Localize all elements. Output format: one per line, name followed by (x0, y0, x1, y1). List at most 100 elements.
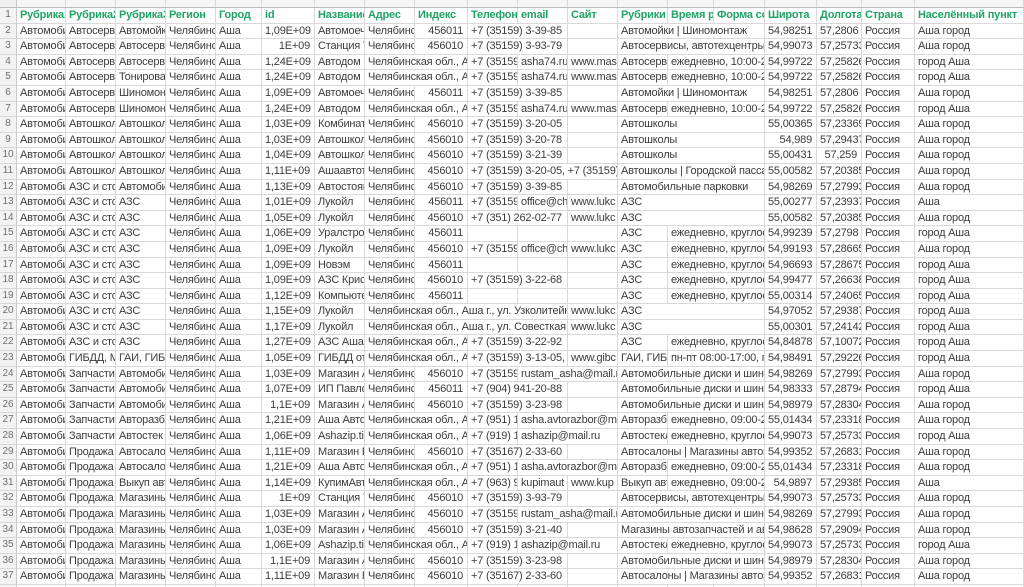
cell[interactable]: АЗС Крист (315, 273, 365, 289)
cell[interactable]: Станция Т (315, 39, 365, 55)
cell[interactable]: Аша город (915, 241, 1024, 258)
cell[interactable]: Аша город (915, 210, 1024, 227)
cell[interactable]: Автомоби (17, 54, 66, 71)
cell[interactable]: Аша город (915, 366, 1024, 383)
cell[interactable]: Челябинс (166, 460, 216, 476)
cell[interactable]: АЗС и сто (66, 335, 116, 352)
cell[interactable]: 57,20385 (817, 163, 862, 180)
cell[interactable]: Автостоян (315, 179, 365, 196)
cell[interactable]: +7 (35159) 3-20-05, +7 (35159) 3 (468, 163, 618, 180)
cell[interactable]: город Аша (915, 70, 1024, 86)
cell[interactable]: Челябинская обл., Аша г. (365, 132, 415, 149)
cell[interactable]: 57,29437 (817, 132, 862, 149)
cell[interactable]: Автомоби (17, 538, 66, 554)
cell[interactable]: Аша (216, 553, 262, 570)
cell[interactable]: Челябинс (166, 148, 216, 164)
cell[interactable] (518, 226, 568, 242)
cell[interactable]: Автостекла (618, 429, 668, 445)
cell[interactable] (568, 273, 618, 289)
cell[interactable]: Россия (862, 241, 915, 258)
row-number[interactable]: 28 (0, 429, 17, 445)
cell[interactable] (568, 117, 618, 133)
cell[interactable]: Россия (862, 195, 915, 211)
row-number[interactable]: 27 (0, 413, 17, 430)
cell[interactable]: 54,99239 (765, 226, 817, 242)
cell[interactable]: www.kup (568, 475, 618, 492)
cell[interactable]: 57,29094 (817, 522, 862, 539)
row-number[interactable]: 1 (0, 8, 17, 24)
cell[interactable]: +7 (35159) 3-21-40 (468, 522, 568, 539)
cell[interactable]: Челябинская обл., Аша г. (365, 553, 415, 570)
cell[interactable]: Россия (862, 366, 915, 383)
cell[interactable]: Автомоби (17, 210, 66, 227)
cell[interactable]: Челябинская обл., Аша г. (365, 351, 468, 367)
cell[interactable]: город Аша (915, 101, 1024, 118)
cell[interactable]: Автодом (315, 54, 365, 71)
cell[interactable]: Аша (216, 70, 262, 86)
cell[interactable]: Автостекла (618, 538, 668, 554)
cell[interactable]: 57,25733 (817, 491, 862, 507)
cell[interactable]: 55,00365 (765, 117, 817, 133)
cell[interactable]: Автомойк (116, 23, 166, 40)
cell[interactable]: Аша (216, 117, 262, 133)
cell[interactable]: Магазины (116, 507, 166, 523)
cell[interactable]: 456010 (415, 507, 468, 523)
cell[interactable]: Аша город (915, 491, 1024, 507)
cell[interactable]: Автомоби (17, 507, 66, 523)
column-header-cell[interactable]: Регион (166, 8, 216, 24)
cell[interactable]: Продажа (66, 522, 116, 539)
cell[interactable]: +7 (35159) 3-39-85 (468, 54, 518, 71)
cell[interactable]: Аша (915, 195, 1024, 211)
cell[interactable]: +7 (919) 11 (468, 538, 518, 554)
cell[interactable]: Аша (216, 569, 262, 585)
cell[interactable]: Челябинская обл., Аша г. (365, 163, 415, 180)
cell[interactable]: Челябинская обл., Аша г. (365, 288, 415, 305)
cell[interactable]: Челябинс (166, 85, 216, 102)
column-header-cell[interactable]: Время работы (668, 8, 714, 24)
column-header-cell[interactable]: Название (315, 8, 365, 24)
cell[interactable]: Челябинская обл., Аша г., ул. (365, 101, 468, 118)
cell[interactable]: Челябинская обл., Аша г. (365, 429, 468, 445)
cell[interactable]: 1,09E+09 (262, 23, 315, 40)
cell[interactable] (568, 148, 618, 164)
cell[interactable]: 1,17E+09 (262, 319, 315, 336)
cell[interactable]: Продажа (66, 460, 116, 476)
cell[interactable]: Челябинская обл., Аша г. (365, 210, 415, 227)
cell[interactable]: Челябинская обл., Аша г. (365, 241, 415, 258)
cell[interactable]: Аша (216, 382, 262, 398)
cell[interactable]: Россия (862, 23, 915, 40)
cell[interactable]: Челябинская обл., Аша г. (365, 460, 468, 476)
cell[interactable]: 1,09E+09 (262, 241, 315, 258)
cell[interactable]: Продажа (66, 491, 116, 507)
cell[interactable]: +7 (35159) 3-93-79 (468, 39, 568, 55)
cell[interactable]: Аша (216, 444, 262, 461)
cell[interactable]: Россия (862, 444, 915, 461)
cell[interactable]: ежедневно, 09:00-20:00 (668, 475, 765, 492)
cell[interactable]: Аша (216, 39, 262, 55)
row-number[interactable]: 21 (0, 319, 17, 336)
cell[interactable]: 1,06E+09 (262, 429, 315, 445)
cell[interactable]: АЗС и сто (66, 257, 116, 274)
cell[interactable]: 456011 (415, 288, 468, 305)
cell[interactable]: АЗС (116, 335, 166, 352)
cell[interactable] (568, 132, 618, 149)
cell[interactable]: Автошколы | Городской пасса (618, 163, 765, 180)
cell[interactable]: Автомоби (17, 553, 66, 570)
cell[interactable]: 55,00277 (765, 195, 817, 211)
cell[interactable]: 1,05E+09 (262, 351, 315, 367)
cell[interactable]: АЗС и сто (66, 319, 116, 336)
column-header-cell[interactable]: Рубрика2 (66, 8, 116, 24)
cell[interactable]: office@ch (518, 241, 568, 258)
column-header-cell[interactable]: Населённый пункт (915, 8, 1024, 24)
cell[interactable]: Челябинская обл., Аша г. (365, 366, 415, 383)
cell[interactable] (468, 226, 518, 242)
column-header-cell[interactable]: Рубрика1 (17, 8, 66, 24)
cell[interactable]: Аша (216, 366, 262, 383)
cell[interactable]: 456011 (415, 85, 468, 102)
cell[interactable]: +7 (35159) 3-21-39 (468, 148, 568, 164)
cell[interactable]: Россия (862, 54, 915, 71)
cell[interactable]: 54,99722 (765, 70, 817, 86)
cell[interactable]: город Аша (915, 335, 1024, 352)
column-header-cell[interactable]: Рубрика3 (116, 8, 166, 24)
cell[interactable]: 57,24065 (817, 288, 862, 305)
